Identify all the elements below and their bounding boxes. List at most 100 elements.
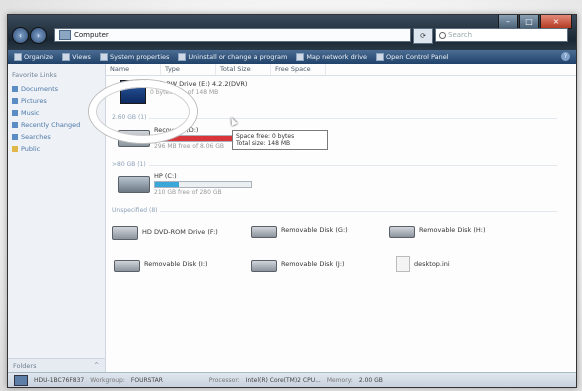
- pictures-icon: [12, 98, 18, 104]
- refresh-icon[interactable]: ⟳: [413, 28, 433, 44]
- nav-link-public[interactable]: Public: [8, 143, 105, 155]
- drive-label: Removable Disk (I:): [144, 260, 208, 268]
- drive-label: HP (C:): [154, 172, 177, 180]
- favorite-links-header: Favorite Links: [12, 71, 57, 79]
- removable-disk-icon: [114, 260, 140, 272]
- drive-tooltip: Space free: 0 bytes Total size: 148 MB: [232, 130, 328, 150]
- nav-link-label: Recently Changed: [21, 121, 81, 129]
- memory-key: Memory:: [326, 376, 353, 384]
- views-label: Views: [72, 53, 91, 61]
- system-properties-label: System properties: [109, 53, 170, 61]
- explorer-window: – □ × ‹ › Computer ⟳ Search Organize Vie…: [7, 14, 577, 388]
- nav-link-documents[interactable]: Documents: [8, 83, 105, 95]
- music-icon: [12, 110, 18, 116]
- group-divider: [112, 211, 557, 212]
- column-type[interactable]: Type: [161, 64, 216, 75]
- help-icon[interactable]: ?: [561, 52, 570, 61]
- memory-value: 2.00 GB: [358, 376, 383, 384]
- search-icon: [439, 32, 446, 39]
- removable-disk-icon: [251, 226, 277, 238]
- searches-icon: [12, 134, 18, 140]
- drive-removable-h[interactable]: Removable Disk (H:): [389, 222, 486, 238]
- public-folder-icon: [12, 146, 18, 152]
- group-header[interactable]: Unspecified (8): [112, 207, 557, 214]
- processor-value: Intel(R) Core(TM)2 CPU...: [245, 376, 321, 384]
- folders-toggle[interactable]: Folders ^: [8, 358, 105, 372]
- back-button[interactable]: ‹: [12, 27, 29, 44]
- column-total-size[interactable]: Total Size: [216, 64, 271, 75]
- drive-hd-dvd-rom[interactable]: HD DVD-ROM Drive (F:): [112, 222, 218, 240]
- drive-label: Removable Disk (J:): [281, 260, 345, 268]
- open-control-panel-button[interactable]: Open Control Panel: [376, 53, 449, 61]
- close-button[interactable]: ×: [540, 15, 572, 29]
- organize-label: Organize: [24, 53, 54, 61]
- column-name[interactable]: Name: [106, 64, 161, 75]
- uninstall-button[interactable]: Uninstall or change a program: [178, 53, 287, 61]
- maximize-button[interactable]: □: [519, 15, 539, 29]
- system-properties-icon: [99, 53, 108, 61]
- folders-label: Folders: [13, 362, 37, 370]
- column-free-space[interactable]: Free Space: [271, 64, 326, 75]
- views-button[interactable]: Views: [62, 53, 91, 61]
- group-header[interactable]: >80 GB (1): [112, 161, 557, 168]
- forward-button[interactable]: ›: [30, 27, 47, 44]
- drive-removable-j[interactable]: Removable Disk (J:): [251, 256, 345, 272]
- nav-link-searches[interactable]: Searches: [8, 131, 105, 143]
- drive-removable-i[interactable]: Removable Disk (I:): [114, 256, 208, 272]
- control-panel-icon: [376, 53, 385, 61]
- address-breadcrumb[interactable]: Computer: [74, 31, 109, 39]
- nav-link-label: Documents: [21, 85, 59, 93]
- computer-name: HDU-1BC76F837: [34, 376, 85, 384]
- drive-free-space: 210 GB free of 280 GB: [154, 189, 222, 196]
- file-label: desktop.ini: [414, 260, 450, 268]
- removable-disk-icon: [251, 260, 277, 272]
- nav-link-label: Music: [21, 109, 40, 117]
- tooltip-free: Space free: 0 bytes: [236, 133, 295, 140]
- file-desktop-ini[interactable]: desktop.ini: [396, 256, 450, 272]
- nav-link-label: Pictures: [21, 97, 47, 105]
- group-header[interactable]: 2.60 GB (1): [112, 114, 557, 121]
- group-label: 2.60 GB (1): [112, 114, 150, 121]
- drive-usage-fill: [155, 182, 179, 187]
- organize-icon: [14, 53, 22, 61]
- organize-button[interactable]: Organize: [14, 53, 53, 61]
- documents-icon: [12, 86, 18, 92]
- minimize-button[interactable]: –: [498, 15, 518, 29]
- map-network-drive-label: Map network drive: [306, 53, 368, 61]
- map-network-drive-button[interactable]: Map network drive: [296, 53, 367, 61]
- open-control-panel-label: Open Control Panel: [386, 53, 449, 61]
- workgroup-key: Workgroup:: [90, 376, 125, 384]
- computer-icon: [59, 30, 71, 40]
- drive-label: Removable Disk (G:): [281, 226, 348, 234]
- computer-icon: [14, 374, 28, 386]
- dvd-drive-icon: [112, 226, 138, 240]
- views-icon: [62, 53, 71, 61]
- title-bar: – □ × ‹ › Computer ⟳ Search: [8, 15, 576, 50]
- workgroup-value: FOURSTAR: [130, 376, 163, 384]
- processor-key: Processor:: [208, 376, 240, 384]
- nav-link-label: Searches: [21, 133, 51, 141]
- details-pane: HDU-1BC76F837 Workgroup: FOURSTAR Proces…: [8, 372, 576, 387]
- search-placeholder: Search: [448, 31, 473, 39]
- drive-removable-g[interactable]: Removable Disk (G:): [251, 222, 348, 238]
- system-properties-button[interactable]: System properties: [99, 53, 170, 61]
- drive-label: Removable Disk (H:): [419, 226, 486, 234]
- group-divider: [112, 165, 557, 166]
- recently-changed-icon: [12, 122, 18, 128]
- tooltip-total: Total size: 148 MB: [236, 140, 291, 147]
- drive-hp[interactable]: HP (C:) 210 GB free of 280 GB: [118, 172, 252, 196]
- chevron-up-icon: ^: [93, 362, 99, 369]
- highlight-circle: [89, 80, 197, 143]
- drive-label: HD DVD-ROM Drive (F:): [142, 228, 218, 236]
- removable-disk-icon: [389, 226, 415, 238]
- nav-link-label: Public: [21, 145, 41, 153]
- search-input[interactable]: Search: [435, 28, 568, 42]
- column-headers: Name Type Total Size Free Space: [106, 64, 576, 76]
- caption-buttons: – □ ×: [498, 15, 572, 29]
- drive-usage-bar: [154, 181, 252, 188]
- address-bar[interactable]: Computer: [54, 28, 411, 42]
- command-toolbar: Organize Views System properties Uninsta…: [8, 50, 576, 64]
- group-label: >80 GB (1): [112, 161, 149, 168]
- network-drive-icon: [296, 53, 305, 61]
- file-icon: [396, 256, 410, 272]
